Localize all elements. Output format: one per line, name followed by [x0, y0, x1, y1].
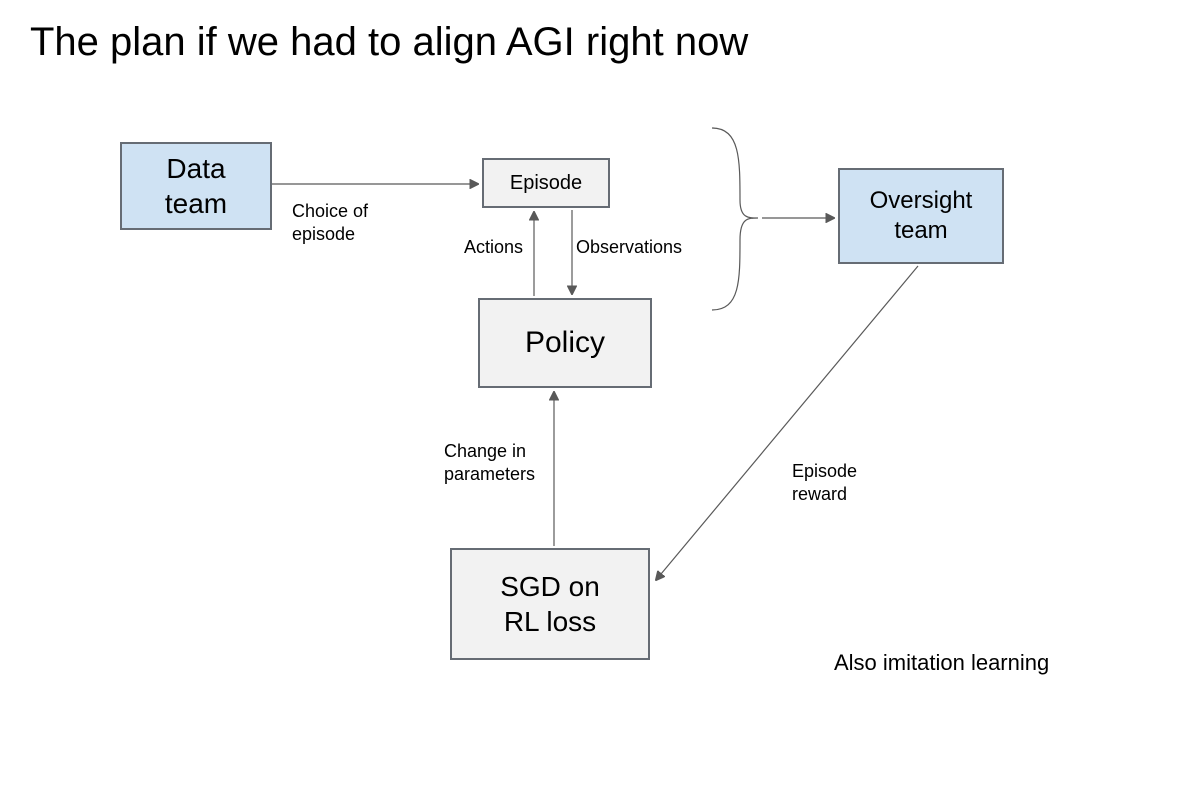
box-oversight-team: Oversight team [838, 168, 1004, 264]
label-episode-reward: Episode reward [792, 460, 857, 505]
arrow-oversight-sgd [656, 266, 918, 580]
diagram-connectors [0, 0, 1186, 806]
box-episode-label: Episode [510, 171, 582, 196]
box-episode: Episode [482, 158, 610, 208]
label-observations: Observations [576, 236, 682, 259]
box-oversight-team-label: Oversight team [870, 186, 973, 246]
box-policy: Policy [478, 298, 652, 388]
label-choice-of-episode: Choice of episode [292, 200, 368, 245]
page-title: The plan if we had to align AGI right no… [30, 20, 748, 65]
label-actions: Actions [464, 236, 523, 259]
label-change-in-parameters: Change in parameters [444, 440, 535, 485]
box-data-team: Data team [120, 142, 272, 230]
footnote-imitation-learning: Also imitation learning [834, 650, 1049, 676]
brace-episode-policy [712, 128, 758, 310]
box-sgd: SGD on RL loss [450, 548, 650, 660]
box-sgd-label: SGD on RL loss [500, 569, 600, 639]
box-policy-label: Policy [525, 324, 605, 362]
box-data-team-label: Data team [165, 151, 227, 221]
